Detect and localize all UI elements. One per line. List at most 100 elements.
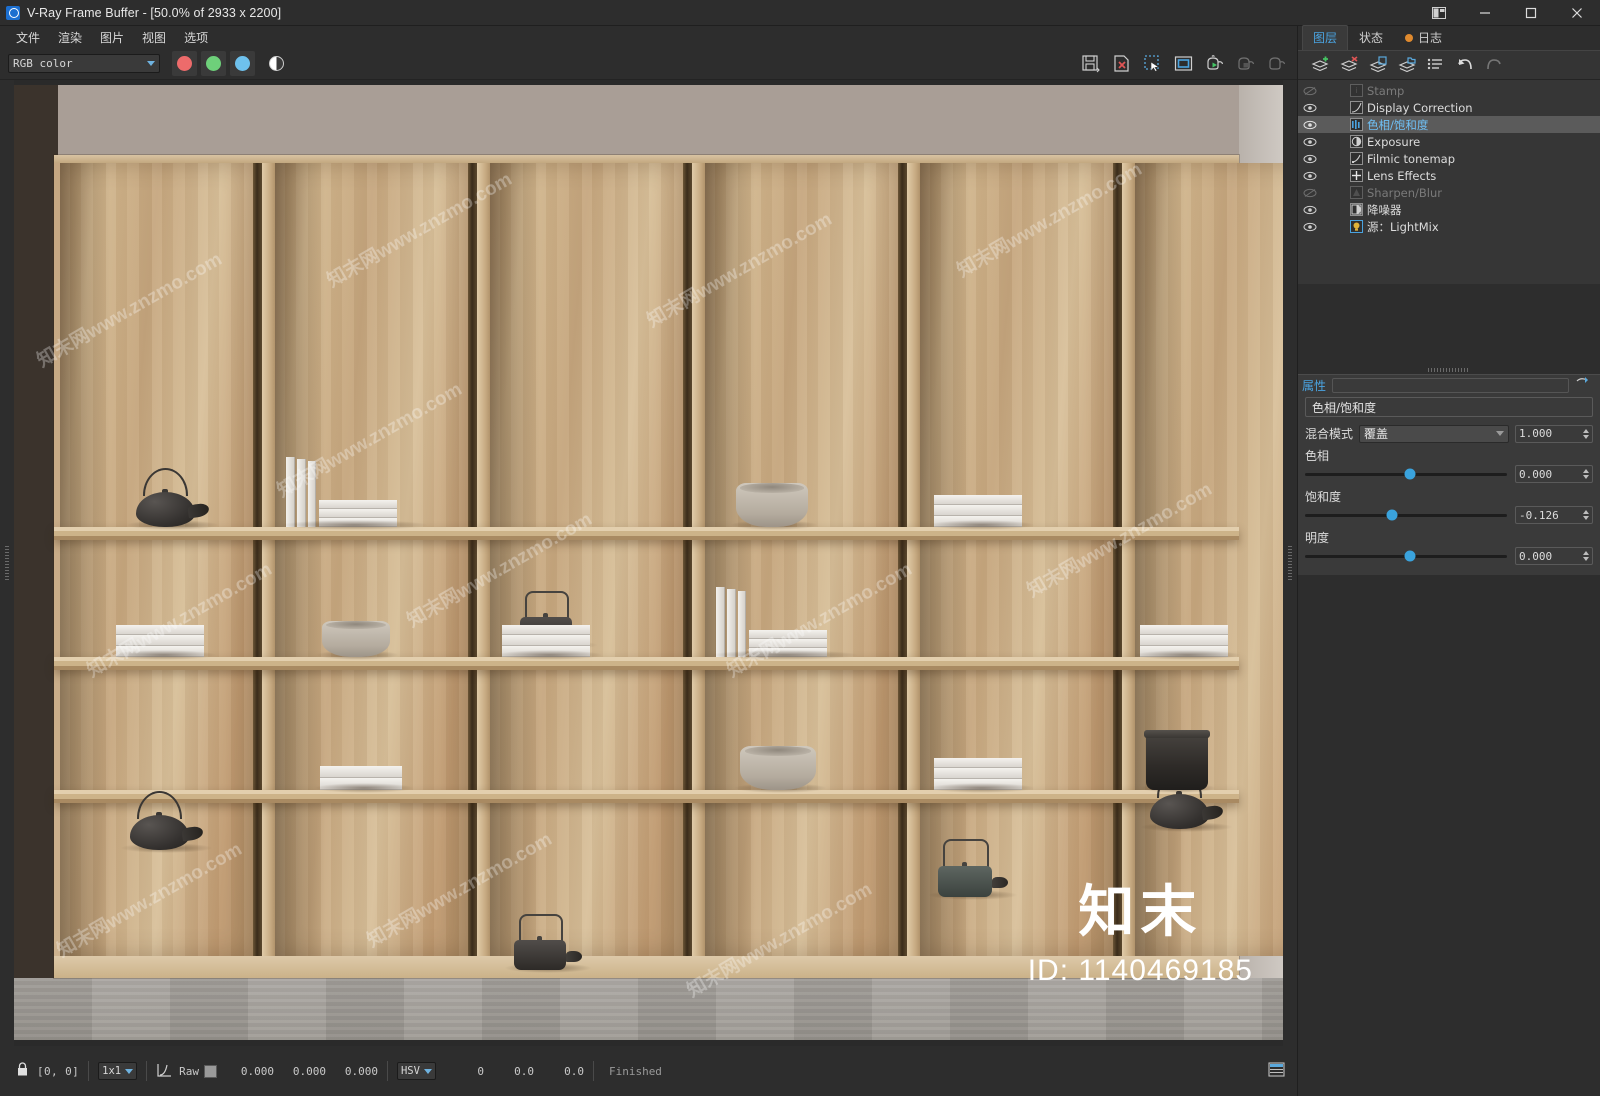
layer-row[interactable]: Sharpen/Blur: [1298, 184, 1600, 201]
fit-frame-icon[interactable]: [1168, 50, 1198, 78]
layer-visibility-toggle[interactable]: [1302, 154, 1318, 164]
save-image-icon[interactable]: [1075, 50, 1105, 78]
add-layer-icon[interactable]: [1306, 53, 1333, 77]
clear-image-icon[interactable]: [1106, 50, 1136, 78]
layer-name-field[interactable]: 色相/饱和度: [1305, 397, 1593, 417]
layer-visibility-toggle[interactable]: [1302, 171, 1318, 181]
layer-list[interactable]: i Stamp Display Correction 色相/饱和度 Exposu…: [1298, 80, 1600, 284]
curve-icon[interactable]: [156, 1062, 172, 1081]
delete-layer-icon[interactable]: [1335, 53, 1362, 77]
layer-row[interactable]: i Stamp: [1298, 82, 1600, 99]
channel-select[interactable]: RGB color: [8, 54, 160, 73]
layer-name: Sharpen/Blur: [1367, 185, 1443, 200]
blue-channel-toggle[interactable]: [230, 51, 255, 76]
vray-frame-buffer-window: V-Ray Frame Buffer - [50.0% of 2933 x 22…: [0, 0, 1600, 1096]
resume-render-icon[interactable]: [1261, 50, 1291, 78]
lightness-label-row: 明度: [1298, 526, 1600, 547]
lightness-slider[interactable]: [1305, 550, 1507, 562]
layer-list-icon[interactable]: [1422, 53, 1449, 77]
layer-visibility-toggle[interactable]: [1302, 137, 1318, 147]
saturation-slider[interactable]: [1305, 509, 1507, 521]
menu-view[interactable]: 视图: [134, 27, 174, 48]
stop-render-icon[interactable]: [1230, 50, 1260, 78]
green-channel-toggle[interactable]: [201, 51, 226, 76]
bay-stile-3: [692, 163, 705, 956]
vray-logo-icon: [6, 5, 20, 20]
dark-metal-pot: [1140, 730, 1216, 793]
floor: [14, 978, 1283, 1040]
properties-header: 属性: [1298, 375, 1600, 395]
viewport-splitter-left[interactable]: [0, 80, 14, 1046]
bay-divider-2: [468, 163, 477, 956]
saturation-value-spinner[interactable]: -0.126: [1515, 506, 1593, 524]
chevron-down-icon: [147, 61, 155, 66]
toggle-panel-icon[interactable]: [1268, 1062, 1285, 1080]
denoiser-icon: [1350, 203, 1363, 216]
blend-amount-spinner[interactable]: 1.000: [1515, 424, 1593, 443]
red-channel-toggle[interactable]: [172, 51, 197, 76]
lightness-value-spinner[interactable]: 0.000: [1515, 547, 1593, 565]
blend-mode-select[interactable]: 覆盖: [1359, 424, 1509, 443]
bay-6: [1135, 163, 1283, 956]
layer-row[interactable]: 源：LightMix: [1298, 218, 1600, 235]
bay-stile-4: [907, 163, 920, 956]
layer-visibility-toggle[interactable]: [1302, 188, 1318, 198]
color-space-value: HSV: [400, 1065, 420, 1077]
pixel-value-b: 0.000: [344, 1064, 378, 1078]
hue-sat-icon: [1350, 118, 1363, 131]
channel-select-value: RGB color: [13, 57, 73, 70]
region-select-icon[interactable]: [1137, 50, 1167, 78]
log-indicator-icon: [1405, 33, 1414, 42]
undo-icon[interactable]: [1451, 53, 1478, 77]
layer-visibility-toggle[interactable]: [1302, 205, 1318, 215]
menu-render[interactable]: 渲染: [50, 27, 90, 48]
layer-visibility-toggle[interactable]: [1302, 103, 1318, 113]
tab-layers-label: 图层: [1313, 31, 1338, 45]
layer-row[interactable]: Filmic tonemap: [1298, 150, 1600, 167]
layer-row[interactable]: 降噪器: [1298, 201, 1600, 218]
rendered-image[interactable]: 知末网www.znzmo.com 知末网www.znzmo.com 知末网www…: [14, 85, 1283, 1040]
tab-status[interactable]: 状态: [1348, 25, 1394, 50]
tab-layers[interactable]: 图层: [1302, 25, 1349, 50]
properties-menu-icon[interactable]: [1575, 376, 1592, 394]
layer-row[interactable]: Display Correction: [1298, 99, 1600, 116]
upright-books-with-stack: [280, 457, 429, 530]
redo-icon[interactable]: [1480, 53, 1507, 77]
tab-log[interactable]: 日志: [1394, 25, 1453, 50]
maximize-icon[interactable]: [1508, 0, 1554, 26]
layer-row[interactable]: Exposure: [1298, 133, 1600, 150]
viewport-splitter-right[interactable]: [1283, 80, 1297, 1046]
bay-stile-2: [477, 163, 490, 956]
menu-options[interactable]: 选项: [176, 27, 216, 48]
close-icon[interactable]: [1554, 0, 1600, 26]
dark-square-teapot: [504, 910, 592, 973]
load-layer-icon[interactable]: [1393, 53, 1420, 77]
panel-resize-grip[interactable]: [1298, 366, 1600, 374]
dock-layout-icon[interactable]: [1416, 0, 1462, 26]
layer-row[interactable]: 色相/饱和度: [1298, 116, 1600, 133]
layer-visibility-toggle[interactable]: [1302, 86, 1318, 96]
minimize-icon[interactable]: [1462, 0, 1508, 26]
lock-icon[interactable]: [16, 1062, 29, 1080]
layer-row[interactable]: Lens Effects: [1298, 167, 1600, 184]
layer-name: Stamp: [1367, 83, 1405, 98]
color-space-select[interactable]: HSV: [396, 1062, 436, 1080]
hue-slider[interactable]: [1305, 468, 1507, 480]
shelf-row-top: [54, 527, 1239, 540]
layer-visibility-toggle[interactable]: [1302, 222, 1318, 232]
save-layer-icon[interactable]: [1364, 53, 1391, 77]
menu-file[interactable]: 文件: [8, 27, 48, 48]
monochrome-toggle[interactable]: [264, 51, 289, 76]
render-viewport[interactable]: 知末网www.znzmo.com 知末网www.znzmo.com 知末网www…: [0, 80, 1297, 1046]
exposure-icon: [1350, 135, 1363, 148]
sample-size-select[interactable]: 1x1: [98, 1062, 138, 1080]
menu-image[interactable]: 图片: [92, 27, 132, 48]
bay-divider-3: [683, 163, 692, 956]
layer-visibility-toggle[interactable]: [1302, 120, 1318, 130]
stone-bowl: [316, 621, 399, 660]
hue-value-spinner[interactable]: 0.000: [1515, 465, 1593, 483]
white-book-stack: [928, 758, 1036, 793]
start-render-icon[interactable]: [1199, 50, 1229, 78]
upright-books-with-stack: [710, 587, 859, 660]
sharpen-blur-icon: [1350, 186, 1363, 199]
